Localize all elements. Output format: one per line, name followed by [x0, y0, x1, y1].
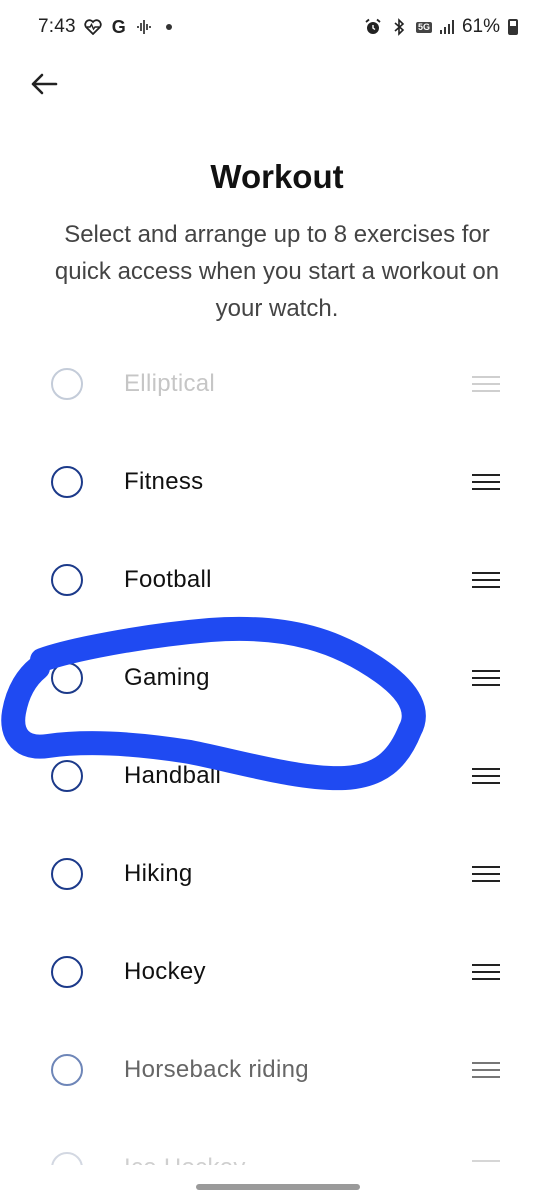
status-right: 5G 61% — [364, 16, 518, 38]
status-left: 7:43 G — [38, 16, 172, 38]
drag-handle-icon[interactable] — [472, 572, 500, 588]
status-time: 7:43 — [38, 16, 76, 37]
exercise-row-ice-hockey[interactable]: Ice Hockey — [0, 1119, 554, 1165]
exercise-row-fitness[interactable]: Fitness — [0, 433, 554, 531]
page-description: Select and arrange up to 8 exercises for… — [54, 221, 500, 322]
exercise-label: Gaming — [124, 664, 210, 691]
drag-handle-icon[interactable] — [472, 376, 500, 392]
exercise-list[interactable]: Elliptical Fitness Football Gaming Handb… — [0, 335, 554, 1165]
exercise-row-hiking[interactable]: Hiking — [0, 825, 554, 923]
exercise-label: Ice Hockey — [124, 1154, 246, 1165]
drag-handle-icon[interactable] — [472, 474, 500, 490]
alarm-icon — [364, 18, 382, 36]
exercise-label: Elliptical — [124, 370, 216, 397]
drag-handle-icon[interactable] — [472, 866, 500, 882]
exercise-row-gaming[interactable]: Gaming — [0, 629, 554, 727]
exercise-label: Football — [124, 566, 212, 593]
exercise-label: Fitness — [124, 468, 204, 495]
back-button[interactable] — [24, 66, 64, 106]
home-indicator[interactable] — [196, 1184, 360, 1190]
radio-button[interactable] — [51, 1152, 83, 1165]
drag-handle-icon[interactable] — [472, 670, 500, 686]
drag-handle-icon[interactable] — [472, 768, 500, 784]
drag-handle-icon[interactable] — [472, 964, 500, 980]
arrow-left-icon — [30, 72, 58, 101]
radio-button[interactable] — [51, 466, 83, 498]
drag-handle-icon[interactable] — [472, 1062, 500, 1078]
radio-button[interactable] — [51, 858, 83, 890]
exercise-label: Hockey — [124, 958, 206, 985]
voice-wave-icon — [136, 18, 154, 36]
exercise-label: Hiking — [124, 860, 193, 887]
notification-dot-icon — [165, 24, 172, 30]
status-bar: 7:43 G 5G 61% — [0, 0, 554, 54]
exercise-row-football[interactable]: Football — [0, 531, 554, 629]
exercise-label: Horseback riding — [124, 1056, 309, 1083]
radio-button[interactable] — [51, 662, 83, 694]
exercise-row-handball[interactable]: Handball — [0, 727, 554, 825]
network-5g-icon: 5G — [415, 21, 432, 33]
radio-button[interactable] — [51, 368, 83, 400]
radio-button[interactable] — [51, 564, 83, 596]
battery-percent: 61% — [461, 16, 500, 37]
exercise-label: Handball — [124, 762, 222, 789]
exercise-row-hockey[interactable]: Hockey — [0, 923, 554, 1021]
radio-button[interactable] — [51, 1054, 83, 1086]
exercise-row-elliptical[interactable]: Elliptical — [0, 335, 554, 433]
radio-button[interactable] — [51, 760, 83, 792]
google-icon: G — [111, 17, 126, 37]
radio-button[interactable] — [51, 956, 83, 988]
battery-icon — [508, 19, 518, 35]
exercise-row-horseback-riding[interactable]: Horseback riding — [0, 1021, 554, 1119]
bluetooth-icon — [390, 18, 408, 36]
heart-rate-icon — [84, 18, 102, 36]
drag-handle-icon[interactable] — [472, 1160, 500, 1165]
signal-icon — [439, 20, 454, 34]
page-title: Workout — [210, 158, 344, 195]
